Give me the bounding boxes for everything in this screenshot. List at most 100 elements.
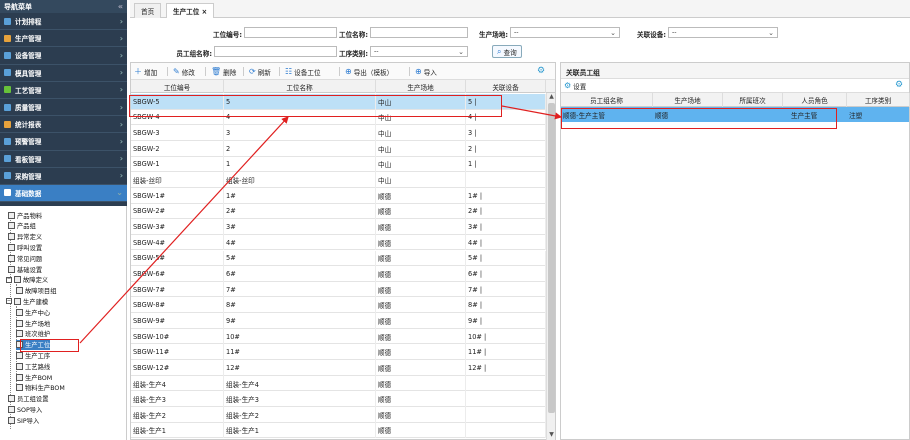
table-row[interactable]: SBGW-7# 7# 顺德 7# | bbox=[131, 281, 546, 298]
table-cell: 顺德 bbox=[376, 375, 466, 392]
table-row[interactable]: SBGW-4# 4# 顺德 4# | bbox=[131, 234, 546, 251]
add-button[interactable]: ＋增加 bbox=[134, 66, 157, 77]
table-row[interactable]: SBGW-5# 5# 顺德 5# | bbox=[131, 250, 546, 267]
table-row[interactable]: SBGW-8# 8# 顺德 8# | bbox=[131, 297, 546, 314]
table-row[interactable]: 组装-生产2 组装-生产2 顺德 bbox=[131, 407, 546, 423]
tree-item[interactable]: 生产BOM bbox=[16, 372, 52, 382]
table-row[interactable]: 组装-生产1 组装-生产1 顺德 bbox=[131, 422, 546, 439]
collapse-icon[interactable]: − bbox=[6, 298, 12, 305]
vertical-scrollbar[interactable]: ▲ ▼ bbox=[546, 93, 555, 440]
table-row[interactable]: SBGW-1# 1# 顺德 1# | bbox=[131, 187, 546, 204]
plus-icon: ＋ bbox=[134, 67, 142, 76]
sidebar-item[interactable]: 工艺管理 › bbox=[0, 82, 127, 99]
table-cell: 12# | bbox=[466, 360, 546, 376]
sidebar-item-label: 模具管理 bbox=[15, 69, 42, 78]
tree-item[interactable]: 产品组 bbox=[8, 221, 36, 231]
table-row[interactable]: SBGW-2# 2# 顺德 2# | bbox=[131, 203, 546, 220]
table-row[interactable]: SBGW-6# 6# 顺德 6# | bbox=[131, 266, 546, 282]
delete-button-label: 删除 bbox=[223, 68, 237, 77]
gear-icon[interactable]: ⚙ bbox=[537, 66, 545, 76]
table-row[interactable]: SBGW-11# 11# 顺德 11# | bbox=[131, 344, 546, 361]
sidebar-item[interactable]: 基础数据 ⌄ bbox=[0, 184, 127, 203]
tree-item[interactable]: − 故障定义 bbox=[6, 275, 48, 285]
tree-item[interactable]: SOP导入 bbox=[8, 404, 42, 414]
export-button[interactable]: ⊕ 导出（模板） bbox=[345, 66, 393, 77]
device-station-button[interactable]: ☷ 设备工位 bbox=[285, 66, 321, 77]
sidebar-item[interactable]: 模具管理 › bbox=[0, 65, 127, 82]
table-cell: 1# bbox=[224, 187, 376, 204]
table-row[interactable]: SBGW-9# 9# 顺德 9# | bbox=[131, 313, 546, 329]
tree-item[interactable]: SIP导入 bbox=[8, 415, 39, 425]
tree-item[interactable]: 生产中心 bbox=[16, 307, 50, 317]
sidebar-item[interactable]: 统计报表 › bbox=[0, 116, 127, 134]
column-header[interactable]: 关联设备 bbox=[466, 80, 546, 93]
tab-production-station[interactable]: 生产工位 × bbox=[166, 3, 215, 18]
settings-button[interactable]: ⚙ 设置 bbox=[564, 80, 586, 91]
query-button[interactable]: ⌕ 查询 bbox=[492, 45, 522, 58]
tree-item[interactable]: 异常定义 bbox=[8, 232, 42, 242]
table-row[interactable]: 组装-生产4 组装-生产4 顺德 bbox=[131, 375, 546, 392]
sidebar-item[interactable]: 预警管理 › bbox=[0, 133, 127, 151]
column-header[interactable]: 所属班次 bbox=[723, 93, 783, 107]
column-header[interactable]: 工位编号 bbox=[131, 80, 224, 93]
column-header[interactable]: 工位名称 bbox=[224, 80, 376, 93]
process-type-select[interactable]: -- ⌄ bbox=[370, 46, 468, 57]
tree-item-label: 基础设置 bbox=[17, 266, 43, 274]
column-header[interactable]: 生产场地 bbox=[376, 80, 466, 93]
tree-item[interactable]: 产品物料 bbox=[8, 210, 42, 220]
filter-panel: 工位编号: 工位名称: 生产场地: -- ⌄ 关联设备: -- ⌄ 员工组名称:… bbox=[130, 18, 910, 60]
tree-item[interactable]: 基础设置 bbox=[8, 264, 42, 274]
sidebar-item[interactable]: 采购管理 › bbox=[0, 168, 127, 185]
table-row[interactable]: 组装-丝印 组装-丝印 中山 bbox=[131, 172, 546, 188]
delete-button[interactable]: 🗑 删除 bbox=[211, 66, 236, 77]
column-header[interactable]: 工序类别 bbox=[847, 93, 910, 107]
tree-item[interactable]: 班次维护 bbox=[16, 329, 50, 339]
device-select[interactable]: -- ⌄ bbox=[668, 27, 778, 38]
table-row[interactable]: 组装-生产3 组装-生产3 顺德 bbox=[131, 391, 546, 407]
chevron-icon: › bbox=[119, 171, 123, 181]
sidebar-item[interactable]: 设备管理 › bbox=[0, 47, 127, 65]
table-row[interactable]: SBGW-10# 10# 顺德 10# | bbox=[131, 328, 546, 345]
sidebar-item[interactable]: 计划排程 › bbox=[0, 13, 127, 31]
sidebar-item[interactable]: 质量管理 › bbox=[0, 99, 127, 117]
scroll-down-icon[interactable]: ▼ bbox=[547, 431, 556, 440]
tree-item[interactable]: 故障项目组 bbox=[16, 286, 56, 296]
table-row[interactable]: SBGW-3 3 中山 3 | bbox=[131, 125, 546, 141]
table-row[interactable]: SBGW-1 1 中山 1 | bbox=[131, 156, 546, 173]
tree-item[interactable]: 员工组设置 bbox=[8, 394, 48, 404]
table-cell: 组装-生产1 bbox=[224, 422, 376, 439]
gear-icon[interactable]: ⚙ bbox=[895, 80, 903, 90]
column-header[interactable]: 生产场地 bbox=[653, 93, 723, 107]
scrollbar-thumb[interactable] bbox=[548, 103, 555, 413]
column-header[interactable]: 人员角色 bbox=[783, 93, 847, 107]
table-row[interactable]: SBGW-3# 3# 顺德 3# | bbox=[131, 219, 546, 235]
table-cell: 组装-生产4 bbox=[224, 375, 376, 392]
tree-item[interactable]: 工艺路线 bbox=[16, 361, 50, 371]
table-row[interactable]: SBGW-12# 12# 顺德 12# | bbox=[131, 360, 546, 376]
edit-button[interactable]: ✎ 修改 bbox=[173, 66, 195, 77]
site-select[interactable]: -- ⌄ bbox=[510, 27, 620, 38]
chevron-icon: › bbox=[119, 85, 123, 95]
column-header[interactable]: 员工组名称 bbox=[561, 93, 653, 107]
sidebar-item-label: 采购管理 bbox=[15, 172, 42, 181]
tree-item[interactable]: 生产场地 bbox=[16, 318, 50, 328]
toolbar-divider bbox=[167, 67, 168, 76]
sidebar-item[interactable]: 看板管理 › bbox=[0, 151, 127, 168]
table-cell: 中山 bbox=[376, 125, 466, 141]
collapse-icon[interactable]: « bbox=[118, 2, 123, 11]
table-row[interactable]: SBGW-2 2 中山 2 | bbox=[131, 140, 546, 157]
tree-item[interactable]: 常见问题 bbox=[8, 253, 42, 263]
sidebar-item[interactable]: 生产管理 › bbox=[0, 30, 127, 48]
collapse-icon[interactable]: − bbox=[6, 276, 12, 283]
document-icon bbox=[16, 384, 23, 392]
tab-home[interactable]: 首页 bbox=[134, 3, 162, 18]
toolbar-divider bbox=[409, 67, 410, 76]
table-cell: 3# bbox=[224, 219, 376, 235]
import-button[interactable]: ⊕ 导入 bbox=[415, 66, 437, 77]
tree-item[interactable]: 物料生产BOM bbox=[16, 383, 65, 393]
refresh-button[interactable]: ⟳ 刷新 bbox=[249, 66, 271, 77]
scroll-up-icon[interactable]: ▲ bbox=[547, 93, 556, 102]
tree-item[interactable]: 呼叫设置 bbox=[8, 242, 42, 252]
tree-item[interactable]: − 生产建模 bbox=[6, 296, 48, 306]
station-name-input[interactable] bbox=[370, 27, 468, 38]
